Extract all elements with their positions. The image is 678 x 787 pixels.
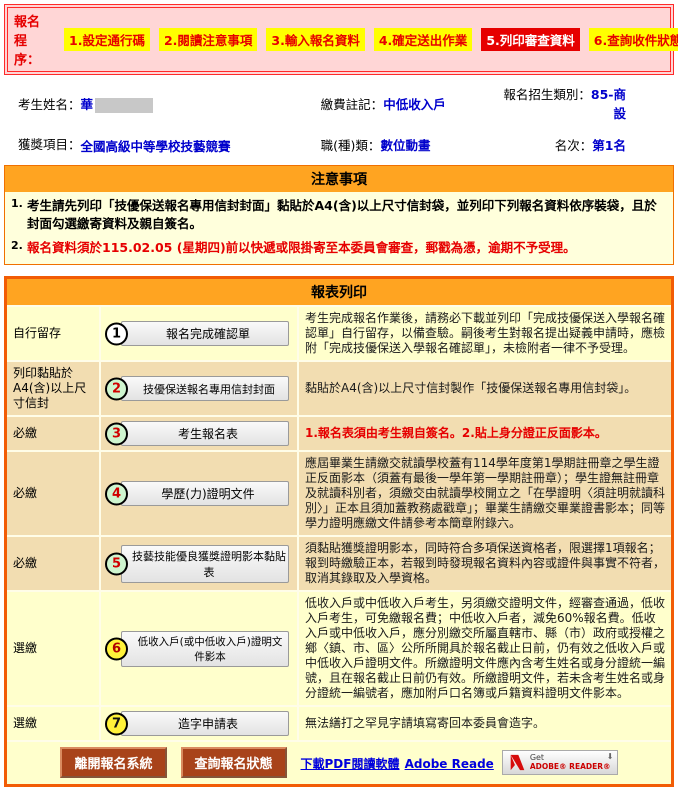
notice-item-1-text: 考生請先列印「技優保送報名專用信封封面」黏貼於A4(含)以上尺寸信封袋，並列印下…	[27, 197, 665, 233]
notice-section: 注意事項 1. 考生請先列印「技優保送報名專用信封封面」黏貼於A4(含)以上尺寸…	[4, 165, 674, 265]
table-row-award-paste-sheet: 必繳 5 技藝技能優良獲獎證明影本黏貼表 須黏貼獲獎證明影本，同時符合多項保送資…	[7, 535, 671, 590]
name-redaction	[95, 98, 153, 113]
notice-item-1-number: 1.	[11, 197, 27, 233]
candidate-name-value: 華	[81, 97, 94, 112]
step-circle-7: 7	[105, 712, 128, 735]
table-row-self-keep: 自行留存 1 報名完成確認單 考生完成報名作業後，請務必下載並列印「完成技優保送…	[7, 305, 671, 360]
registration-page: 報名程序： 1.設定通行碼 2.閱讀注意事項 3.輸入報名資料 4.確定送出作業…	[0, 0, 678, 787]
notice-item-2-number: 2.	[11, 239, 27, 257]
procedure-step-3[interactable]: 3.輸入報名資料	[266, 28, 364, 51]
adobe-reader-link[interactable]: Adobe Reade	[405, 757, 494, 771]
row-button-cell: 5 技藝技能優良獲獎證明影本黏貼表	[99, 537, 299, 590]
candidate-info: 考生姓名：華 繳費註記：中低收入戶 報名招生類別：85-商設 獲獎項目：全國高級…	[10, 84, 668, 155]
row-button-cell: 4 學歷(力)證明文件	[99, 452, 299, 535]
row-description: 無法繕打之罕見字請填寫寄回本委員會造字。	[299, 707, 671, 740]
award-field: 獲獎項目：全國高級中等學校技藝競賽	[10, 134, 313, 155]
row-category: 必繳	[7, 452, 99, 535]
candidate-name-label: 考生姓名：	[18, 97, 81, 112]
procedure-step-1[interactable]: 1.設定通行碼	[64, 28, 150, 51]
row-category: 自行留存	[7, 307, 99, 360]
category-field: 報名招生類別：85-商設	[484, 84, 668, 122]
payment-value: 中低收入戶	[383, 97, 446, 112]
report-print-table: 報表列印 自行留存 1 報名完成確認單 考生完成報名作業後，請務必下載並列印「完…	[4, 276, 674, 787]
row-button-cell: 7 造字申請表	[99, 707, 299, 740]
step-circle-1: 1	[105, 322, 128, 345]
print-button-envelope-cover[interactable]: 技優保送報名專用信封封面	[121, 376, 289, 401]
report-title: 報表列印	[7, 279, 671, 305]
procedure-step-5-active[interactable]: 5.列印審查資料	[481, 28, 579, 51]
table-row-envelope: 列印黏貼於A4(含)以上尺寸信封 2 技優保送報名專用信封封面 黏貼於A4(含)…	[7, 360, 671, 415]
job-type-label: 職(種)類：	[321, 138, 381, 153]
download-pdf-reader-link[interactable]: 下載PDF閱讀軟體	[301, 757, 400, 771]
print-button-award-paste-sheet[interactable]: 技藝技能優良獲獎證明影本黏貼表	[121, 545, 289, 583]
procedure-step-4[interactable]: 4.確定送出作業	[374, 28, 472, 51]
table-footer-actions: 離開報名系統 查詢報名狀態 下載PDF閱讀軟體 Adobe Reade Get …	[7, 740, 671, 784]
category-value: 85-商設	[591, 87, 626, 121]
row-category: 列印黏貼於A4(含)以上尺寸信封	[7, 362, 99, 415]
rank-value: 第1名	[592, 138, 626, 153]
procedure-label: 報名程序：	[14, 11, 40, 68]
row-description: 1.報名表須由考生親自簽名。2.貼上身分證正反面影本。	[299, 417, 671, 450]
adobe-reader-badge[interactable]: Get ADOBE® READER® ⬇	[502, 750, 618, 775]
print-button-low-income-certificate[interactable]: 低收入戶(或中低收入戶)證明文件影本	[121, 631, 289, 667]
rank-label: 名次：	[555, 138, 593, 153]
print-button-confirmation-form[interactable]: 報名完成確認單	[121, 321, 289, 346]
table-row-education-cert: 必繳 4 學歷(力)證明文件 應屆畢業生請繳交就讀學校蓋有114學年度第1學期註…	[7, 450, 671, 535]
row-description: 應屆畢業生請繳交就讀學校蓋有114學年度第1學期註冊章之學生證正反面影本（須蓋有…	[299, 452, 671, 535]
table-row-low-income-cert: 選繳 6 低收入戶(或中低收入戶)證明文件影本 低收入戶或中低收入戶考生，另須繳…	[7, 590, 671, 705]
table-row-rare-character-form: 選繳 7 造字申請表 無法繕打之罕見字請填寫寄回本委員會造字。	[7, 705, 671, 740]
step-circle-6: 6	[105, 637, 128, 660]
notice-item-1: 1. 考生請先列印「技優保送報名專用信封封面」黏貼於A4(含)以上尺寸信封袋，並…	[11, 197, 665, 233]
row-description: 須黏貼獲獎證明影本，同時符合多項保送資格者，限選擇1項報名；報到時繳驗正本，若報…	[299, 537, 671, 590]
award-label: 獲獎項目：	[18, 137, 81, 152]
procedure-step-2[interactable]: 2.閱讀注意事項	[159, 28, 257, 51]
badge-get-text: Get	[530, 754, 611, 763]
procedure-banner-inner: 報名程序： 1.設定通行碼 2.閱讀注意事項 3.輸入報名資料 4.確定送出作業…	[7, 7, 671, 72]
print-button-rare-character-form[interactable]: 造字申請表	[121, 711, 289, 736]
row-category: 必繳	[7, 417, 99, 450]
step-circle-3: 3	[105, 422, 128, 445]
table-row-application-form: 必繳 3 考生報名表 1.報名表須由考生親自簽名。2.貼上身分證正反面影本。	[7, 415, 671, 450]
category-label: 報名招生類別：	[503, 87, 591, 102]
exit-system-button[interactable]: 離開報名系統	[60, 747, 166, 778]
procedure-step-6[interactable]: 6.查詢收件狀態	[589, 28, 678, 51]
download-arrow-icon: ⬇	[607, 752, 614, 761]
query-status-button[interactable]: 查詢報名狀態	[181, 747, 287, 778]
step-circle-5: 5	[105, 552, 128, 575]
row-category: 選繳	[7, 592, 99, 705]
job-type-field: 職(種)類：數位動畫	[313, 135, 484, 154]
adobe-reader-icon	[509, 754, 526, 771]
payment-field: 繳費註記：中低收入戶	[313, 94, 484, 113]
row-button-cell: 1 報名完成確認單	[99, 307, 299, 360]
row-button-cell: 3 考生報名表	[99, 417, 299, 450]
row-category: 選繳	[7, 707, 99, 740]
row-description: 低收入戶或中低收入戶考生，另須繳交證明文件，經審查通過，低收入戶考生，可免繳報名…	[299, 592, 671, 705]
notice-item-2: 2. 報名資料須於115.02.05 (星期四)前以快遞或限掛寄至本委員會審查，…	[11, 239, 665, 257]
step-circle-2: 2	[105, 377, 128, 400]
row-description: 黏貼於A4(含)以上尺寸信封製作「技優保送報名專用信封袋」。	[299, 362, 671, 415]
notice-title: 注意事項	[5, 166, 673, 192]
row-description: 考生完成報名作業後，請務必下載並列印「完成技優保送入學報名確認單」自行留存，以備…	[299, 307, 671, 360]
job-type-value: 數位動畫	[380, 138, 430, 153]
notice-item-2-text: 報名資料須於115.02.05 (星期四)前以快遞或限掛寄至本委員會審查，郵戳為…	[27, 239, 576, 257]
payment-label: 繳費註記：	[321, 97, 384, 112]
candidate-name-field: 考生姓名：華	[10, 94, 313, 113]
step-circle-4: 4	[105, 482, 128, 505]
print-button-application-form[interactable]: 考生報名表	[121, 421, 289, 446]
procedure-banner: 報名程序： 1.設定通行碼 2.閱讀注意事項 3.輸入報名資料 4.確定送出作業…	[4, 4, 674, 75]
award-value: 全國高級中等學校技藝競賽	[81, 136, 231, 155]
rank-field: 名次：第1名	[484, 135, 668, 154]
badge-reader-text: ADOBE® READER®	[530, 763, 611, 771]
row-category: 必繳	[7, 537, 99, 590]
row-button-cell: 2 技優保送報名專用信封封面	[99, 362, 299, 415]
print-button-education-certificate[interactable]: 學歷(力)證明文件	[121, 481, 289, 506]
notice-body: 1. 考生請先列印「技優保送報名專用信封封面」黏貼於A4(含)以上尺寸信封袋，並…	[5, 192, 673, 264]
row-button-cell: 6 低收入戶(或中低收入戶)證明文件影本	[99, 592, 299, 705]
